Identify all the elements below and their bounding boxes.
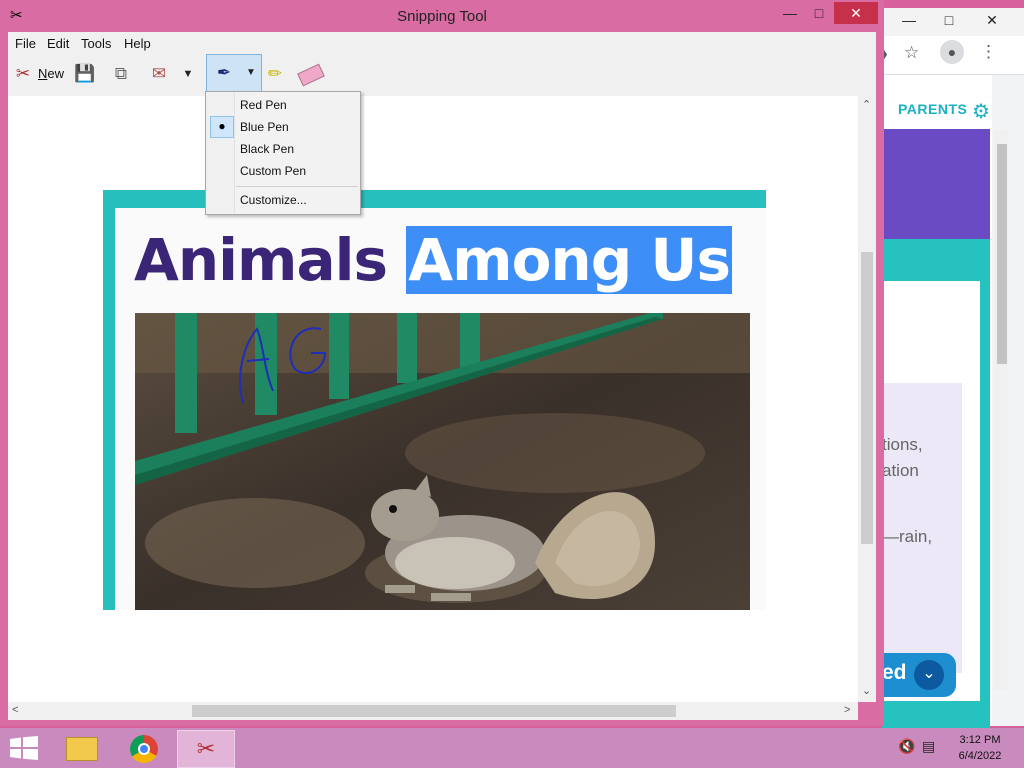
send-email-icon[interactable]: ✉ <box>144 60 174 88</box>
vertical-scrollbar-thumb[interactable] <box>861 252 873 544</box>
browser-toolbar: ❯ ☆ ● ⋮ <box>878 36 1024 75</box>
copy-icon[interactable]: ⧉ <box>108 60 134 88</box>
more-menu-icon[interactable]: ⋮ <box>980 42 997 62</box>
pen-dropdown-arrow-icon[interactable]: ▼ <box>243 59 259 87</box>
pen-tool-button[interactable]: ✒ ▼ <box>206 54 262 94</box>
browser-maximize-button[interactable]: □ <box>934 12 964 28</box>
headline-animals: Animals <box>134 226 388 294</box>
horizontal-scrollbar-thumb[interactable] <box>192 705 676 717</box>
expand-button-label: ed <box>882 661 907 684</box>
dropdown-arrow-icon[interactable]: ▼ <box>180 60 196 88</box>
scissors-icon[interactable]: ✂ <box>10 60 36 88</box>
background-browser-window[interactable]: — □ ✕ ❯ ☆ ● ⋮ PARENTS ⚙ tions, ation —ra… <box>878 8 1024 739</box>
scroll-up-arrow-icon[interactable]: ⌃ <box>862 98 871 111</box>
menu-item-customize[interactable]: Customize... <box>240 193 307 207</box>
expand-button[interactable]: ed ⌄ <box>882 653 956 697</box>
bookmark-star-icon[interactable]: ☆ <box>904 43 919 63</box>
new-snip-button[interactable]: New <box>38 66 64 81</box>
menu-help[interactable]: Help <box>124 36 151 51</box>
taskbar: ✂ 🔇 ▤ 3:12 PM 6/4/2022 <box>0 728 1024 768</box>
clock-date: 6/4/2022 <box>958 750 1002 762</box>
toolbar: ✂ New 💾 ⧉ ✉ ▼ ✒ ▼ ✏ <box>8 54 876 97</box>
page-text-line: tions, <box>882 435 923 454</box>
vertical-scrollbar[interactable]: ⌃ ⌄ <box>858 96 876 702</box>
menu-item-blue-pen[interactable]: Blue Pen <box>240 120 289 134</box>
snip-canvas[interactable]: Animals Among Us <box>8 96 858 702</box>
gear-icon[interactable]: ⚙ <box>972 99 990 124</box>
close-button[interactable]: ✕ <box>834 2 878 24</box>
menu-file[interactable]: File <box>15 36 36 51</box>
menu-item-black-pen[interactable]: Black Pen <box>240 142 294 156</box>
windows-start-icon[interactable] <box>10 736 38 760</box>
squirrel-photo <box>135 313 750 610</box>
squirrel-photo-drawing <box>135 313 750 610</box>
pen-icon[interactable]: ✒ <box>211 59 237 87</box>
eraser-icon[interactable] <box>296 60 326 88</box>
horizontal-scrollbar[interactable]: < > <box>8 702 858 720</box>
browser-titlebar: — □ ✕ <box>882 8 1024 36</box>
menu-tools[interactable]: Tools <box>81 36 111 51</box>
profile-avatar-icon[interactable]: ● <box>940 40 964 64</box>
snip-headline: Animals Among Us <box>134 226 733 294</box>
titlebar: ✂ Snipping Tool — □ ✕ <box>0 0 884 32</box>
snipping-tool-window: ✂ Snipping Tool — □ ✕ File Edit Tools He… <box>0 0 884 726</box>
headline-highlighted: Among Us <box>406 226 733 294</box>
browser-page: PARENTS ⚙ tions, ation —rain, ed ⌄ <box>882 75 992 739</box>
maximize-button[interactable]: □ <box>804 2 834 24</box>
selected-bullet-icon: ● <box>210 116 234 138</box>
minimize-button[interactable]: — <box>775 2 805 24</box>
page-text-line: ation <box>882 461 919 480</box>
browser-scrollbar[interactable] <box>994 130 1008 690</box>
scroll-right-arrow-icon[interactable]: > <box>844 704 850 716</box>
file-explorer-icon[interactable] <box>54 730 110 766</box>
scroll-down-arrow-icon[interactable]: ⌄ <box>862 684 871 697</box>
page-text-line: —rain, <box>882 527 933 546</box>
scroll-left-arrow-icon[interactable]: < <box>12 704 18 716</box>
browser-minimize-button[interactable]: — <box>894 12 924 28</box>
pen-dropdown-menu: ● Red Pen Blue Pen Black Pen Custom Pen … <box>205 91 361 215</box>
chrome-icon[interactable] <box>116 730 172 766</box>
purple-banner <box>882 129 990 239</box>
browser-scrollbar-thumb[interactable] <box>997 144 1007 364</box>
browser-close-button[interactable]: ✕ <box>977 12 1007 29</box>
menubar: File Edit Tools Help <box>8 32 876 54</box>
window-title: Snipping Tool <box>397 8 487 25</box>
network-icon[interactable]: ▤ <box>922 738 935 755</box>
menu-separator <box>236 186 358 187</box>
save-icon[interactable]: 💾 <box>72 60 98 88</box>
volume-muted-icon[interactable]: 🔇 <box>898 738 915 755</box>
menu-item-custom-pen[interactable]: Custom Pen <box>240 164 306 178</box>
parents-link[interactable]: PARENTS <box>898 101 967 117</box>
chevron-down-icon: ⌄ <box>914 660 944 690</box>
clock[interactable]: 3:12 PM 6/4/2022 <box>950 732 1010 764</box>
menu-edit[interactable]: Edit <box>47 36 69 51</box>
clock-time: 3:12 PM <box>959 734 1001 746</box>
menu-gutter <box>206 92 235 214</box>
highlighter-icon[interactable]: ✏ <box>262 60 288 88</box>
snipping-tool-taskbar-icon[interactable]: ✂ <box>177 730 235 768</box>
menu-item-red-pen[interactable]: Red Pen <box>240 98 287 112</box>
